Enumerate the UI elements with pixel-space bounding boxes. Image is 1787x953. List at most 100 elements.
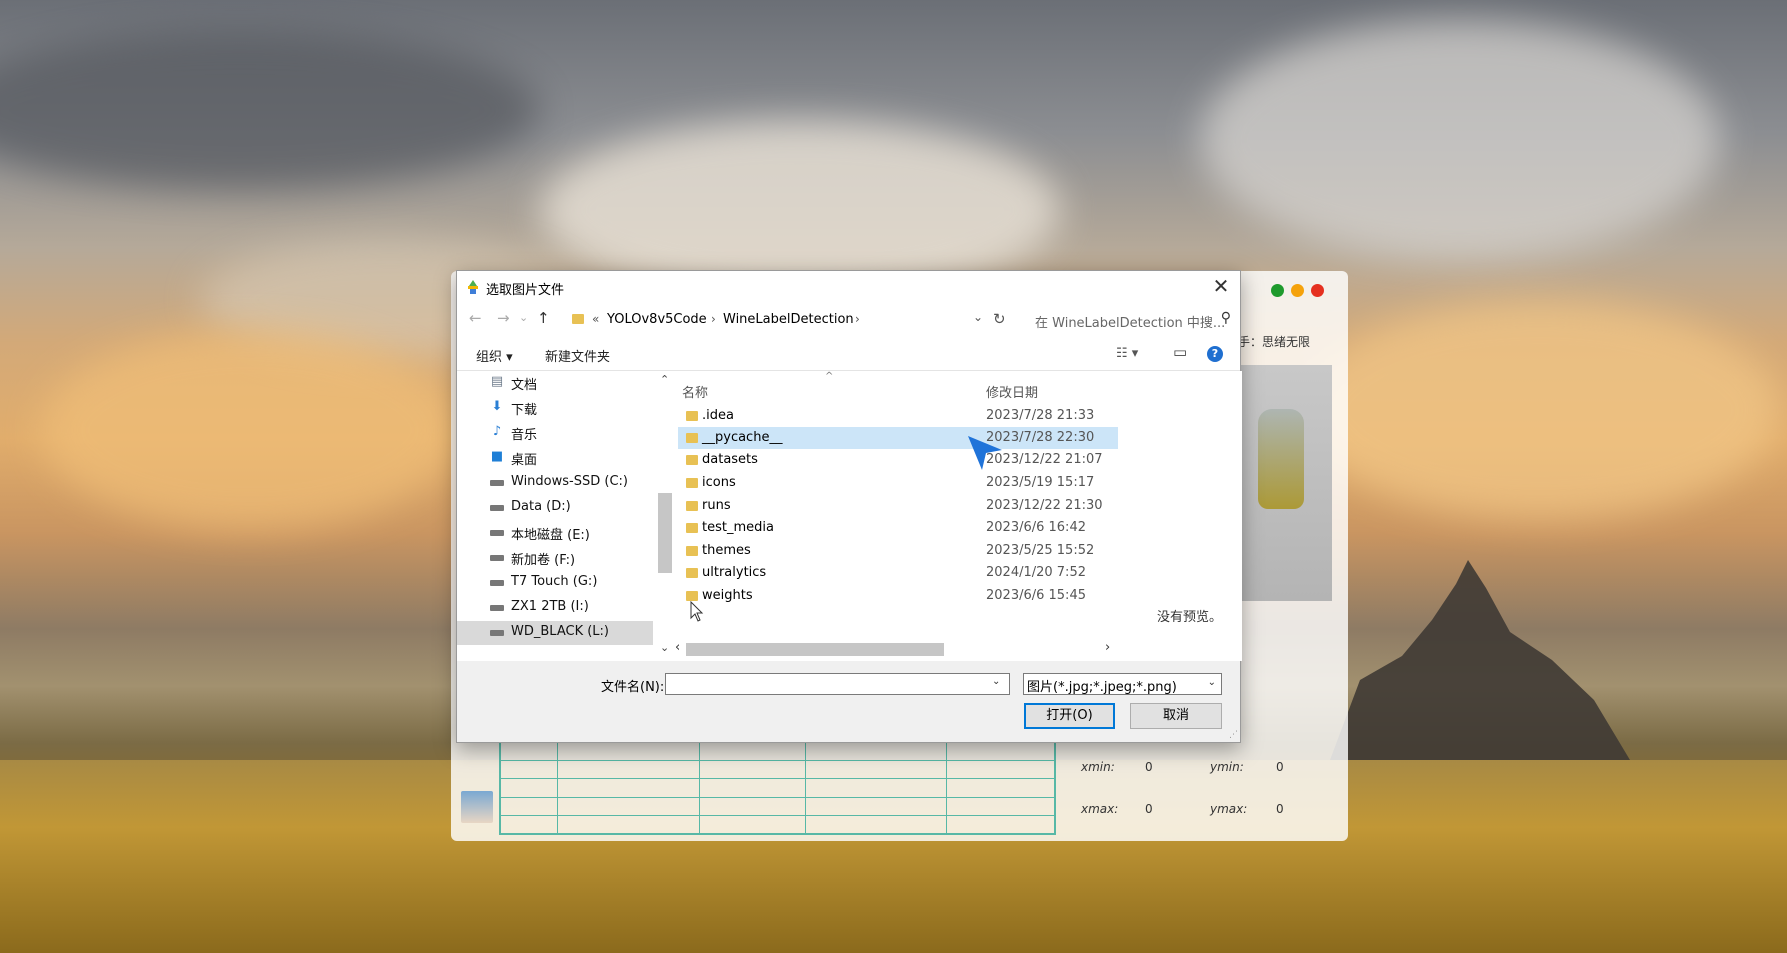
file-name: .idea [702, 408, 734, 423]
view-options-icon[interactable]: ☷ ▾ [1116, 346, 1138, 361]
cancel-button[interactable]: 取消 [1130, 703, 1222, 729]
nav-item-drive-e[interactable]: 本地磁盘 (E:) [457, 521, 653, 545]
ymax-label: ymax: [1210, 802, 1248, 816]
search-icon[interactable]: ⚲ [1221, 310, 1231, 326]
list-item[interactable]: .idea 2023/7/28 21:33 [678, 405, 1118, 427]
breadcrumb-winelabeldetection[interactable]: WineLabelDetection [723, 312, 854, 327]
maximize-button[interactable] [1271, 284, 1284, 297]
nav-item-label: Windows-SSD (C:) [511, 474, 628, 489]
drive-icon [490, 505, 504, 511]
mouse-cursor-icon [690, 601, 704, 622]
address-bar: ← → ⌄ ↑ « YOLOv8v5Code › WineLabelDetect… [457, 303, 1240, 337]
file-type-value: 图片(*.jpg;*.jpeg;*.png) [1027, 680, 1177, 695]
minimize-button[interactable] [1291, 284, 1304, 297]
scroll-right-icon[interactable]: › [1105, 640, 1110, 655]
refresh-icon[interactable]: ↻ [993, 310, 1006, 328]
nav-item-drive-f[interactable]: 新加卷 (F:) [457, 546, 653, 570]
list-item[interactable]: ultralytics 2024/1/20 7:52 [678, 562, 1118, 584]
column-header-name[interactable]: 名称 [682, 382, 708, 401]
filename-input[interactable] [665, 673, 1010, 695]
avatar [461, 791, 493, 823]
app-close-button[interactable] [1311, 284, 1324, 297]
xmax-value: 0 [1145, 802, 1153, 816]
python-app-icon [468, 280, 478, 294]
up-folder-icon[interactable]: ↑ [537, 309, 550, 327]
nav-item-label: WD_BLACK (L:) [511, 624, 609, 639]
nav-item-label: 本地磁盘 (E:) [511, 528, 590, 543]
chevron-down-icon[interactable]: ⌄ [1208, 677, 1216, 688]
nav-item-documents[interactable]: ▤ 文档 [457, 371, 653, 395]
breadcrumb-overflow[interactable]: « [592, 312, 599, 326]
ymin-label: ymin: [1210, 760, 1244, 774]
xmin-label: xmin: [1081, 760, 1115, 774]
nav-item-label: Data (D:) [511, 499, 571, 514]
scrollbar-thumb[interactable] [658, 493, 672, 573]
file-name: __pycache__ [702, 430, 783, 445]
pointer-arrow-icon [968, 436, 1002, 470]
folder-icon [686, 546, 698, 556]
nav-item-drive-d[interactable]: Data (D:) [457, 496, 653, 520]
scroll-up-icon[interactable]: ⌃ [660, 373, 669, 386]
file-type-select[interactable]: 图片(*.jpg;*.jpeg;*.png) ⌄ [1023, 673, 1222, 695]
drive-icon [490, 530, 504, 536]
drive-icon [490, 580, 504, 586]
search-input[interactable]: 在 WineLabelDetection 中搜... ⚲ [1025, 307, 1237, 333]
breadcrumb-yolov8v5code[interactable]: YOLOv8v5Code [607, 312, 707, 327]
folder-icon [686, 523, 698, 533]
nav-item-label: 音乐 [511, 428, 538, 443]
nav-item-label: 新加卷 (F:) [511, 553, 576, 568]
folder-icon [686, 478, 698, 488]
nav-item-drive-l[interactable]: WD_BLACK (L:) [457, 621, 653, 645]
address-dropdown-icon[interactable]: ⌄ [973, 310, 983, 324]
forward-icon[interactable]: → [497, 309, 510, 327]
list-item[interactable]: test_media 2023/6/6 16:42 [678, 517, 1118, 539]
list-item[interactable]: datasets 2023/12/22 21:07 [678, 449, 1118, 471]
filename-label: 文件名(N): [601, 680, 665, 695]
music-icon: ♪ [492, 424, 502, 439]
filename-dropdown-icon[interactable]: ⌄ [992, 676, 1000, 687]
file-date: 2023/12/22 21:30 [986, 498, 1103, 513]
nav-item-desktop[interactable]: ■ 桌面 [457, 446, 653, 470]
breadcrumb-separator[interactable]: › [855, 312, 860, 326]
column-header-modified[interactable]: 修改日期 [986, 382, 1038, 401]
list-item[interactable]: runs 2023/12/22 21:30 [678, 495, 1118, 517]
close-icon[interactable]: ✕ [1206, 273, 1236, 301]
open-file-dialog: 选取图片文件 ✕ ← → ⌄ ↑ « YOLOv8v5Code › WineLa… [456, 270, 1242, 743]
results-table[interactable] [499, 741, 1056, 835]
new-folder-button[interactable]: 新建文件夹 [545, 346, 610, 365]
search-placeholder: 在 WineLabelDetection 中搜... [1035, 316, 1226, 331]
folder-icon [572, 314, 584, 324]
author-label: 手：思绪无限 [1238, 335, 1311, 349]
no-preview-message: 没有预览。 [1157, 610, 1223, 625]
nav-scrollbar[interactable]: ⌃ ⌄ [655, 371, 675, 661]
back-icon[interactable]: ← [469, 309, 482, 327]
drive-icon [490, 605, 504, 611]
help-icon[interactable]: ? [1207, 346, 1223, 362]
list-item[interactable]: weights 2023/6/6 15:45 [678, 585, 1118, 607]
nav-item-downloads[interactable]: ⬇ 下载 [457, 396, 653, 420]
scroll-down-icon[interactable]: ⌄ [660, 641, 669, 654]
file-date: 2023/7/28 21:33 [986, 408, 1095, 423]
recent-locations-icon[interactable]: ⌄ [519, 311, 528, 324]
resize-grip-icon[interactable]: ⋰ [1229, 730, 1238, 740]
document-icon: ▤ [490, 374, 504, 389]
scroll-left-icon[interactable]: ‹ [675, 640, 680, 655]
list-item[interactable]: __pycache__ 2023/7/28 22:30 [678, 427, 1118, 449]
nav-item-drive-g[interactable]: T7 Touch (G:) [457, 571, 653, 595]
scrollbar-thumb[interactable] [686, 643, 944, 656]
nav-item-drive-i[interactable]: ZX1 2TB (I:) [457, 596, 653, 620]
nav-item-label: 桌面 [511, 453, 538, 468]
list-item[interactable]: themes 2023/5/25 15:52 [678, 540, 1118, 562]
breadcrumb-separator[interactable]: › [711, 312, 716, 326]
organize-menu[interactable]: 组织 ▾ [476, 346, 513, 365]
list-item[interactable]: icons 2023/5/19 15:17 [678, 472, 1118, 494]
nav-item-drive-c[interactable]: Windows-SSD (C:) [457, 471, 653, 495]
file-list-hscrollbar[interactable]: ‹ › [675, 639, 1115, 659]
open-button[interactable]: 打开(O) [1024, 703, 1115, 729]
preview-pane-icon[interactable]: ▭ [1173, 343, 1187, 361]
file-name: test_media [702, 520, 774, 535]
download-icon: ⬇ [491, 399, 503, 414]
nav-item-label: 文档 [511, 378, 538, 393]
file-date: 2023/6/6 16:42 [986, 520, 1086, 535]
nav-item-music[interactable]: ♪ 音乐 [457, 421, 653, 445]
